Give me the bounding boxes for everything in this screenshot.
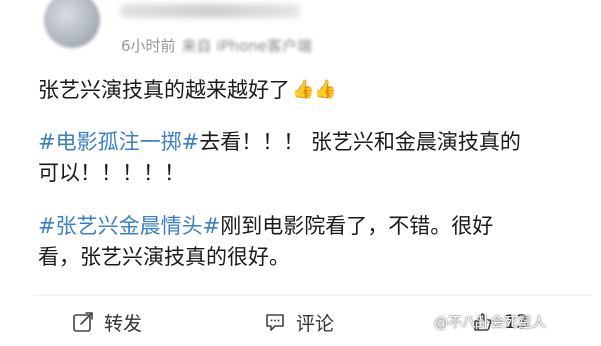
comment-button[interactable]: 评论 [264,305,334,339]
comment-icon [266,314,284,331]
post-text: 可以！！！！！ [38,161,185,185]
repost-button[interactable]: 转发 [72,305,142,339]
post-source: 来自 iPhone客户端 [181,37,312,55]
post-text: 去看！！！ 张艺兴和金晨演技真的 [199,130,521,154]
repost-label: 转发 [104,312,143,335]
post-text: 看，张艺兴演技真的很好。 [38,245,290,269]
watermark-text: @不八卦会死星人 [434,315,546,331]
avatar[interactable] [44,0,100,48]
post-time: 6小时前 [121,37,176,55]
divider [34,295,591,296]
post-paragraph-2: #电影孤注一掷#去看！！！ 张艺兴和金晨演技真的 可以！！！！！ [38,127,585,189]
post-text-line1: 张艺兴演技真的越来越好了 👍👍 [38,74,585,106]
hashtag-link[interactable]: #张艺兴金晨情头# [38,214,220,238]
post-meta: 6小时前 来自 iPhone客户端 [121,36,312,56]
username-blurred[interactable] [120,4,300,18]
repost-icon [73,312,93,332]
post-paragraph-3: #张艺兴金晨情头#刚到电影院看了，不错。很好 看，张艺兴演技真的很好。 [38,211,585,273]
post-text: 刚到电影院看了，不错。很好 [220,214,494,238]
post-text: 张艺兴演技真的越来越好了 [38,78,290,102]
watermark: @不八卦会死星人 [434,313,546,333]
thumbs-up-icon: 👍👍 [292,79,337,100]
comment-label: 评论 [296,312,335,335]
hashtag-link[interactable]: #电影孤注一掷# [38,130,199,154]
